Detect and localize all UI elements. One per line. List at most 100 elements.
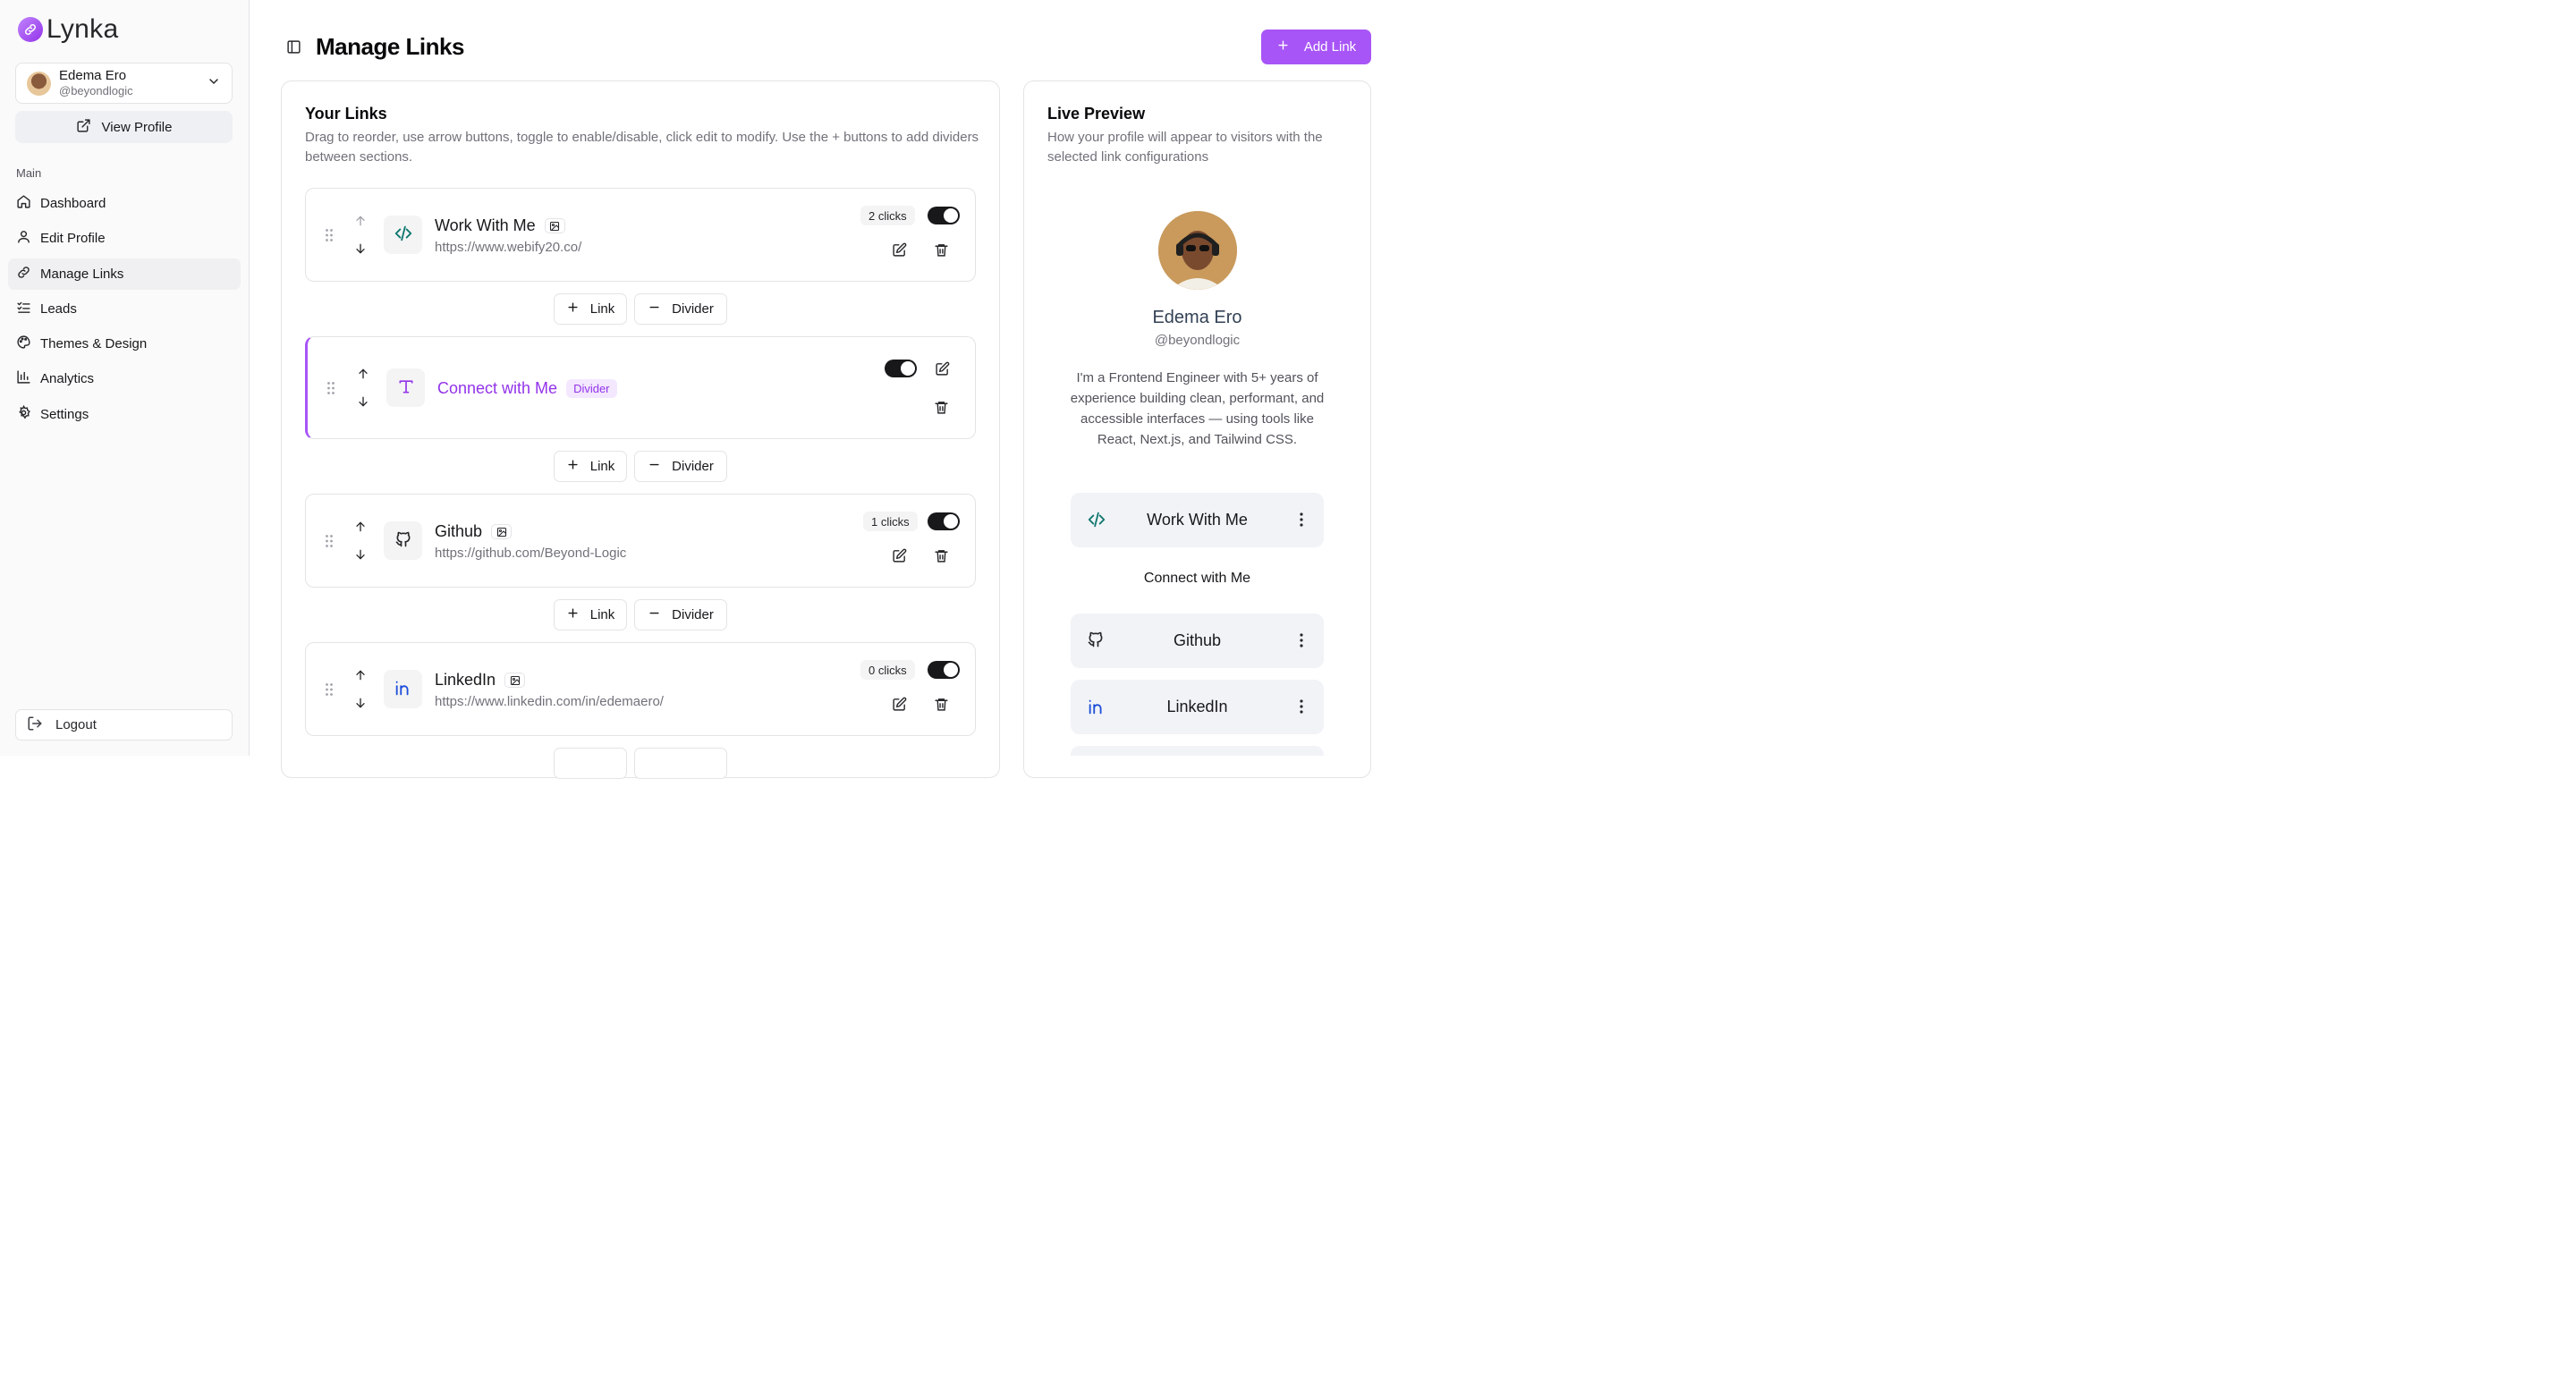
enable-toggle[interactable] (885, 360, 917, 377)
add-divider-label: Divider (672, 459, 714, 474)
links-panel-description: Drag to reorder, use arrow buttons, togg… (305, 130, 979, 165)
image-icon[interactable] (544, 218, 565, 233)
trash-icon[interactable] (931, 397, 951, 417)
github-icon (1087, 631, 1105, 653)
links-panel-title: Your Links (305, 105, 387, 123)
image-icon[interactable] (504, 673, 526, 688)
plus-icon (566, 458, 580, 475)
nav-section-label: Main (16, 166, 42, 180)
edit-icon[interactable] (889, 694, 909, 714)
enable-toggle[interactable] (928, 512, 960, 530)
external-link-icon (76, 118, 91, 137)
divider-badge: Divider (566, 379, 617, 398)
preview-link-linkedin[interactable]: LinkedIn (1071, 680, 1324, 734)
logout-button[interactable]: Logout (15, 709, 233, 741)
code-icon (394, 224, 413, 247)
add-divider-button[interactable] (634, 748, 727, 779)
add-link-between-button[interactable]: Link (554, 599, 627, 631)
drag-handle-icon[interactable] (325, 228, 334, 246)
edit-icon[interactable] (932, 359, 952, 378)
sidebar-toggle-icon[interactable] (286, 39, 301, 58)
add-divider-button[interactable]: Divider (634, 599, 727, 631)
image-icon[interactable] (491, 524, 513, 539)
more-vertical-icon[interactable] (1299, 698, 1304, 719)
add-divider-button[interactable]: Divider (634, 293, 727, 325)
arrow-down-icon[interactable] (353, 547, 368, 565)
sidebar-nav: Dashboard Edit Profile Manage Links Lead… (8, 188, 241, 434)
add-link-between-button[interactable]: Link (554, 293, 627, 325)
account-switcher[interactable]: Edema Ero @beyondlogic (15, 63, 233, 104)
trash-icon[interactable] (931, 546, 951, 565)
preview-handle: @beyondlogic (1154, 333, 1241, 348)
link-thumbnail (384, 670, 422, 708)
github-icon (394, 530, 412, 552)
sidebar-item-label: Manage Links (40, 266, 124, 282)
app-logo[interactable]: Lynka (18, 14, 118, 45)
drag-handle-icon[interactable] (326, 381, 335, 399)
preview-link-label: Github (1173, 631, 1222, 649)
plus-icon (566, 606, 580, 623)
preview-link-github[interactable]: Github (1071, 614, 1324, 668)
user-name: Edema Ero (59, 68, 127, 83)
more-vertical-icon[interactable] (1299, 632, 1304, 653)
link-title: LinkedIn (435, 671, 526, 690)
logout-label: Logout (55, 717, 97, 732)
sidebar-item-analytics[interactable]: Analytics (8, 363, 241, 394)
link-logo-icon (18, 17, 43, 42)
linkedin-icon (394, 678, 413, 701)
edit-icon[interactable] (889, 546, 909, 565)
more-vertical-icon[interactable] (1299, 512, 1304, 532)
linkedin-icon (1087, 697, 1106, 721)
sidebar-item-edit-profile[interactable]: Edit Profile (8, 223, 241, 254)
user-handle: @beyondlogic (59, 84, 133, 97)
trash-icon[interactable] (931, 694, 951, 714)
sidebar-item-label: Leads (40, 300, 77, 317)
sidebar-item-leads[interactable]: Leads (8, 293, 241, 325)
sidebar-item-manage-links[interactable]: Manage Links (8, 258, 241, 290)
arrow-up-icon[interactable] (353, 668, 368, 686)
minus-icon (648, 300, 661, 317)
link-row[interactable]: Github https://github.com/Beyond-Logic 1… (305, 494, 976, 588)
enable-toggle[interactable] (928, 207, 960, 224)
chevron-down-icon (207, 74, 221, 92)
link-row[interactable]: LinkedIn https://www.linkedin.com/in/ede… (305, 642, 976, 736)
plus-icon (1276, 38, 1290, 55)
view-profile-button[interactable]: View Profile (15, 111, 233, 143)
avatar (27, 71, 51, 96)
arrow-down-icon[interactable] (356, 394, 370, 412)
arrow-down-icon[interactable] (353, 696, 368, 714)
drag-handle-icon[interactable] (325, 682, 334, 700)
minus-icon (648, 458, 661, 475)
preview-link-work-with-me[interactable]: Work With Me (1071, 493, 1324, 547)
divider-thumbnail (386, 368, 425, 407)
enable-toggle[interactable] (928, 661, 960, 679)
link-thumbnail (384, 521, 422, 560)
sidebar-item-settings[interactable]: Settings (8, 399, 241, 430)
add-link-between-button[interactable] (554, 748, 627, 779)
link-url: https://www.linkedin.com/in/edemaero/ (435, 694, 664, 709)
arrow-up-icon[interactable] (353, 214, 368, 232)
preview-avatar (1158, 211, 1237, 290)
preview-name: Edema Ero (1152, 308, 1242, 327)
view-profile-label: View Profile (101, 119, 173, 135)
add-divider-button[interactable]: Divider (634, 451, 727, 482)
trash-icon[interactable] (931, 240, 951, 259)
link-icon (16, 265, 31, 284)
add-link-button[interactable]: Add Link (1261, 30, 1371, 64)
link-row[interactable]: Work With Me https://www.webify20.co/ 2 … (305, 188, 976, 282)
arrow-up-icon[interactable] (353, 520, 368, 537)
sidebar-item-dashboard[interactable]: Dashboard (8, 188, 241, 219)
arrow-down-icon[interactable] (353, 241, 368, 259)
sidebar-item-label: Settings (40, 406, 89, 422)
arrow-up-icon[interactable] (356, 367, 370, 385)
preview-link-partial[interactable] (1071, 746, 1324, 756)
page-title: Manage Links (316, 33, 464, 60)
drag-handle-icon[interactable] (325, 534, 334, 552)
divider-row[interactable]: Connect with Me Divider (305, 336, 976, 439)
link-title: Work With Me (435, 216, 565, 235)
add-link-between-button[interactable]: Link (554, 451, 627, 482)
add-link-label: Link (589, 459, 615, 474)
sidebar-item-themes-design[interactable]: Themes & Design (8, 328, 241, 360)
preview-title: Live Preview (1047, 105, 1146, 123)
edit-icon[interactable] (889, 240, 909, 259)
